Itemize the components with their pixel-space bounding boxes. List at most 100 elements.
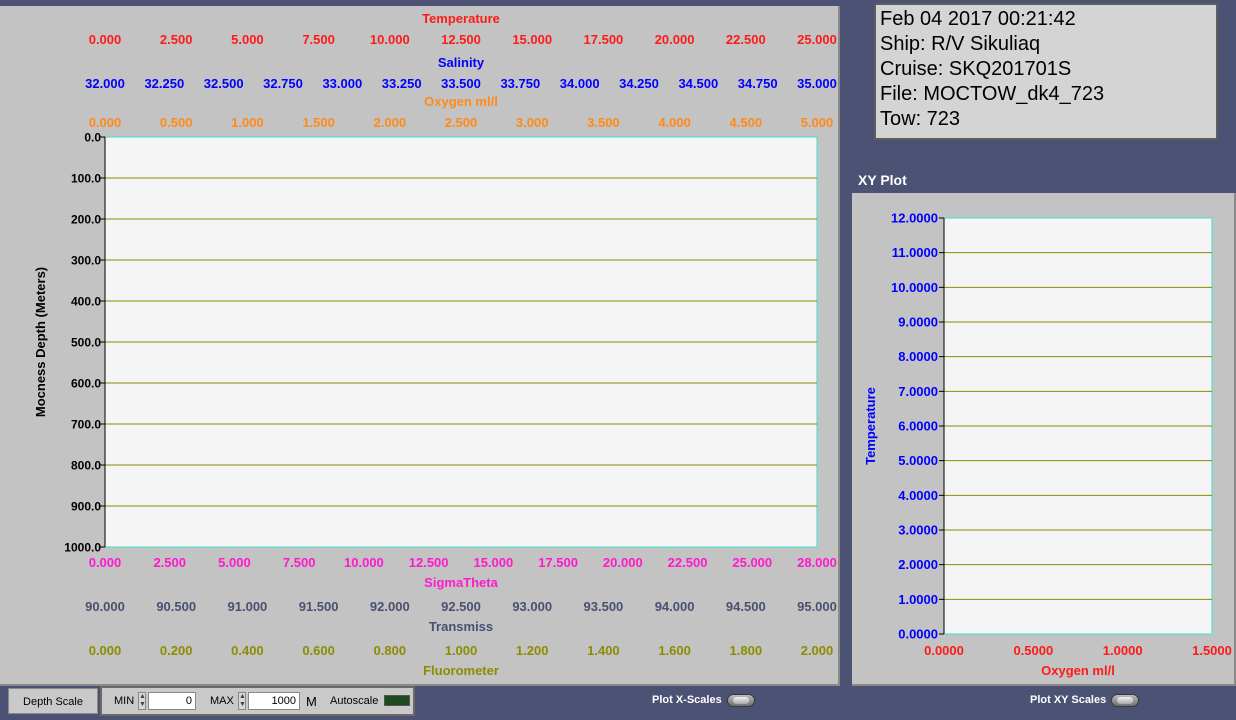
- min-input[interactable]: 0: [148, 692, 196, 710]
- temperature-tick-label: 12.500: [441, 32, 481, 47]
- oxygen-ml-l-tick-label: 3.000: [516, 115, 549, 130]
- sigmatheta-tick-label: 28.000: [797, 555, 837, 570]
- oxygen-ml-l-tick-label: 5.000: [801, 115, 834, 130]
- max-label: MAX: [210, 695, 234, 707]
- unit-label: M: [306, 694, 317, 709]
- sigmatheta-tick-label: 10.000: [344, 555, 384, 570]
- plot-xy-scales-label: Plot XY Scales: [1030, 694, 1107, 706]
- xy-y-tick-label: 9.0000: [898, 315, 938, 330]
- salinity-tick-label: 32.750: [263, 76, 303, 91]
- temperature-tick-label: 17.500: [584, 32, 624, 47]
- depth-scale-control: MIN ▲ ▼ 0 MAX ▲ ▼ 1000 M Autoscale: [100, 686, 415, 716]
- xy-y-tick-label: 5.0000: [898, 453, 938, 468]
- fluorometer-tick-label: 1.000: [445, 643, 478, 658]
- sigmatheta-tick-label: 7.500: [283, 555, 316, 570]
- salinity-tick-label: 33.500: [441, 76, 481, 91]
- plot-x-scales-label: Plot X-Scales: [652, 694, 722, 706]
- fluorometer-tick-label: 1.400: [587, 643, 620, 658]
- depth-tick-label: 500.0: [71, 336, 101, 350]
- sigmatheta-tick-label: 20.000: [603, 555, 643, 570]
- oxygen-ml-l-tick-label: 1.000: [231, 115, 264, 130]
- salinity-tick-label: 32.000: [85, 76, 125, 91]
- sigmatheta-tick-label: 17.500: [538, 555, 578, 570]
- xy-y-tick-label: 10.0000: [891, 280, 938, 295]
- oxygen-ml-l-tick-label: 3.500: [587, 115, 620, 130]
- sigmatheta-tick-label: 2.500: [153, 555, 186, 570]
- sigmatheta-tick-label: 12.500: [409, 555, 449, 570]
- depth-tick-label: 600.0: [71, 377, 101, 391]
- sigmatheta-tick-label: 5.000: [218, 555, 251, 570]
- transmiss-tick-label: 90.500: [156, 599, 196, 614]
- sigmatheta-axis-title: SigmaTheta: [424, 575, 498, 590]
- transmiss-tick-label: 90.000: [85, 599, 125, 614]
- depth-tick-label: 700.0: [71, 418, 101, 432]
- transmiss-tick-label: 94.500: [726, 599, 766, 614]
- oxygen-ml-l-tick-label: 0.500: [160, 115, 193, 130]
- xy-y-tick-label: 11.0000: [892, 245, 938, 260]
- xy-y-tick-label: 4.0000: [898, 488, 938, 503]
- temperature-tick-label: 5.000: [231, 32, 264, 47]
- sigmatheta-tick-label: 22.500: [668, 555, 708, 570]
- xy-x-tick-label: 0.5000: [1013, 643, 1053, 658]
- salinity-tick-label: 33.000: [322, 76, 362, 91]
- salinity-tick-label: 32.500: [204, 76, 244, 91]
- depth-tick-label: 900.0: [71, 500, 101, 514]
- max-spinner[interactable]: ▲ ▼: [238, 692, 246, 710]
- transmiss-tick-label: 91.500: [299, 599, 339, 614]
- transmiss-tick-label: 92.000: [370, 599, 410, 614]
- xy-x-axis-title: Oxygen ml/l: [1041, 663, 1115, 678]
- transmiss-tick-label: 91.000: [228, 599, 268, 614]
- depth-tick-label: 300.0: [71, 254, 101, 268]
- autoscale-label: Autoscale: [330, 695, 379, 707]
- min-label: MIN: [114, 695, 135, 707]
- temperature-tick-label: 10.000: [370, 32, 410, 47]
- xy-y-tick-label: 6.0000: [898, 419, 938, 434]
- fluorometer-tick-label: 1.800: [730, 643, 763, 658]
- salinity-tick-label: 33.250: [382, 76, 422, 91]
- fluorometer-tick-label: 0.600: [302, 643, 335, 658]
- salinity-tick-label: 33.750: [500, 76, 540, 91]
- oxygen-ml-l-tick-label: 4.500: [730, 115, 763, 130]
- temperature-tick-label: 0.000: [89, 32, 122, 47]
- fluorometer-tick-label: 0.000: [89, 643, 122, 658]
- transmiss-tick-label: 94.000: [655, 599, 695, 614]
- transmiss-tick-label: 93.500: [584, 599, 624, 614]
- depth-scale-label: Depth Scale: [8, 688, 98, 714]
- depth-tick-label: 0.0: [84, 131, 101, 145]
- xy-x-tick-label: 0.0000: [924, 643, 964, 658]
- xy-y-tick-label: 7.0000: [898, 384, 938, 399]
- fluorometer-tick-label: 1.600: [658, 643, 691, 658]
- depth-axis-title: Mocness Depth (Meters): [33, 267, 48, 417]
- transmiss-tick-label: 93.000: [512, 599, 552, 614]
- transmiss-tick-label: 95.000: [797, 599, 837, 614]
- sigmatheta-tick-label: 15.000: [473, 555, 513, 570]
- oxygen-ml-l-tick-label: 1.500: [302, 115, 335, 130]
- fluorometer-tick-label: 0.400: [231, 643, 264, 658]
- temperature-tick-label: 25.000: [797, 32, 837, 47]
- oxygen-ml-l-tick-label: 0.000: [89, 115, 122, 130]
- temperature-tick-label: 15.000: [512, 32, 552, 47]
- depth-tick-label: 400.0: [71, 295, 101, 309]
- salinity-tick-label: 34.750: [738, 76, 778, 91]
- xy-y-axis-title: Temperature: [863, 387, 878, 465]
- oxygen-ml-l-tick-label: 2.000: [374, 115, 407, 130]
- salinity-axis-title: Salinity: [438, 55, 485, 70]
- xy-x-tick-label: 1.0000: [1103, 643, 1143, 658]
- autoscale-led-button[interactable]: [384, 695, 410, 706]
- fluorometer-tick-label: 0.800: [374, 643, 407, 658]
- min-spinner[interactable]: ▲ ▼: [138, 692, 146, 710]
- depth-tick-label: 1000.0: [64, 541, 101, 555]
- temperature-tick-label: 22.500: [726, 32, 766, 47]
- salinity-tick-label: 35.000: [797, 76, 837, 91]
- xy-y-tick-label: 3.0000: [898, 523, 938, 538]
- xy-y-tick-label: 0.0000: [898, 627, 938, 642]
- plot-xy-scales-toggle[interactable]: [1111, 694, 1139, 707]
- max-input[interactable]: 1000: [248, 692, 300, 710]
- temperature-axis-title: Temperature: [422, 11, 500, 26]
- oxygen-ml-l-tick-label: 2.500: [445, 115, 478, 130]
- salinity-tick-label: 34.250: [619, 76, 659, 91]
- transmiss-axis-title: Transmiss: [429, 619, 493, 634]
- fluorometer-tick-label: 1.200: [516, 643, 549, 658]
- plot-x-scales-toggle[interactable]: [727, 694, 755, 707]
- sigmatheta-tick-label: 25.000: [732, 555, 772, 570]
